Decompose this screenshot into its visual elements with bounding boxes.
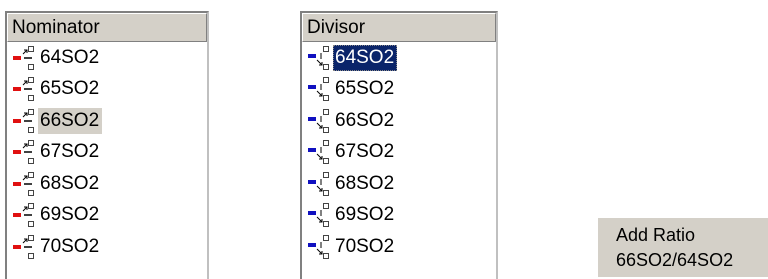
divisor-item-label: 67SO2 bbox=[335, 141, 395, 163]
red-molecule-icon bbox=[12, 108, 37, 134]
nominator-list[interactable]: Nominator 64SO2 65SO2 66SO2 67SO2 68SO2 69SO2… bbox=[5, 11, 209, 279]
nominator-item-label: 66SO2 bbox=[38, 107, 103, 134]
divisor-item-label: 66SO2 bbox=[335, 109, 395, 131]
divisor-item-label: 70SO2 bbox=[335, 235, 395, 257]
divisor-item-label: 65SO2 bbox=[335, 78, 395, 100]
nominator-item[interactable]: 69SO2 bbox=[7, 200, 207, 232]
divisor-item-label: 64SO2 bbox=[333, 44, 398, 71]
nominator-item[interactable]: 68SO2 bbox=[7, 168, 207, 200]
divisor-item-label: 68SO2 bbox=[335, 172, 395, 194]
add-ratio-value: 66SO2/64SO2 bbox=[616, 250, 734, 270]
red-molecule-icon bbox=[12, 171, 37, 197]
divisor-item[interactable]: 68SO2 bbox=[302, 168, 496, 200]
red-molecule-icon bbox=[12, 139, 37, 165]
nominator-item[interactable]: 70SO2 bbox=[7, 231, 207, 263]
nominator-item[interactable]: 67SO2 bbox=[7, 137, 207, 169]
nominator-item-label: 70SO2 bbox=[40, 235, 100, 257]
divisor-header[interactable]: Divisor bbox=[302, 13, 496, 42]
nominator-item[interactable]: 65SO2 bbox=[7, 74, 207, 106]
divisor-item-label: 69SO2 bbox=[335, 204, 395, 226]
blue-molecule-icon bbox=[307, 234, 332, 260]
divisor-list[interactable]: Divisor 64SO2 65SO2 66SO2 67SO2 68SO2 69SO2 70… bbox=[300, 11, 498, 279]
red-molecule-icon bbox=[12, 234, 37, 260]
blue-molecule-icon bbox=[307, 202, 332, 228]
nominator-items: 64SO2 65SO2 66SO2 67SO2 68SO2 69SO2 70SO2 bbox=[7, 42, 207, 263]
add-ratio-title: Add Ratio bbox=[616, 225, 696, 245]
red-molecule-icon bbox=[12, 202, 37, 228]
nominator-header[interactable]: Nominator bbox=[7, 13, 207, 42]
divisor-items: 64SO2 65SO2 66SO2 67SO2 68SO2 69SO2 70SO2 bbox=[302, 42, 496, 263]
blue-molecule-icon bbox=[307, 139, 332, 165]
nominator-item-label: 67SO2 bbox=[40, 141, 100, 163]
red-molecule-icon bbox=[12, 45, 37, 71]
add-ratio-button[interactable]: Add Ratio 66SO2/64SO2 bbox=[598, 218, 768, 277]
divisor-item[interactable]: 66SO2 bbox=[302, 105, 496, 137]
blue-molecule-icon bbox=[307, 45, 332, 71]
nominator-item-label: 69SO2 bbox=[40, 204, 100, 226]
nominator-item[interactable]: 66SO2 bbox=[7, 105, 207, 137]
red-molecule-icon bbox=[12, 76, 37, 102]
nominator-item-label: 68SO2 bbox=[40, 172, 100, 194]
blue-molecule-icon bbox=[307, 76, 332, 102]
nominator-item-label: 64SO2 bbox=[40, 46, 100, 68]
nominator-item[interactable]: 64SO2 bbox=[7, 42, 207, 74]
divisor-item[interactable]: 69SO2 bbox=[302, 200, 496, 232]
divisor-item[interactable]: 65SO2 bbox=[302, 74, 496, 106]
divisor-item[interactable]: 64SO2 bbox=[302, 42, 496, 74]
divisor-item[interactable]: 67SO2 bbox=[302, 137, 496, 169]
blue-molecule-icon bbox=[307, 108, 332, 134]
blue-molecule-icon bbox=[307, 171, 332, 197]
nominator-item-label: 65SO2 bbox=[40, 78, 100, 100]
divisor-item[interactable]: 70SO2 bbox=[302, 231, 496, 263]
